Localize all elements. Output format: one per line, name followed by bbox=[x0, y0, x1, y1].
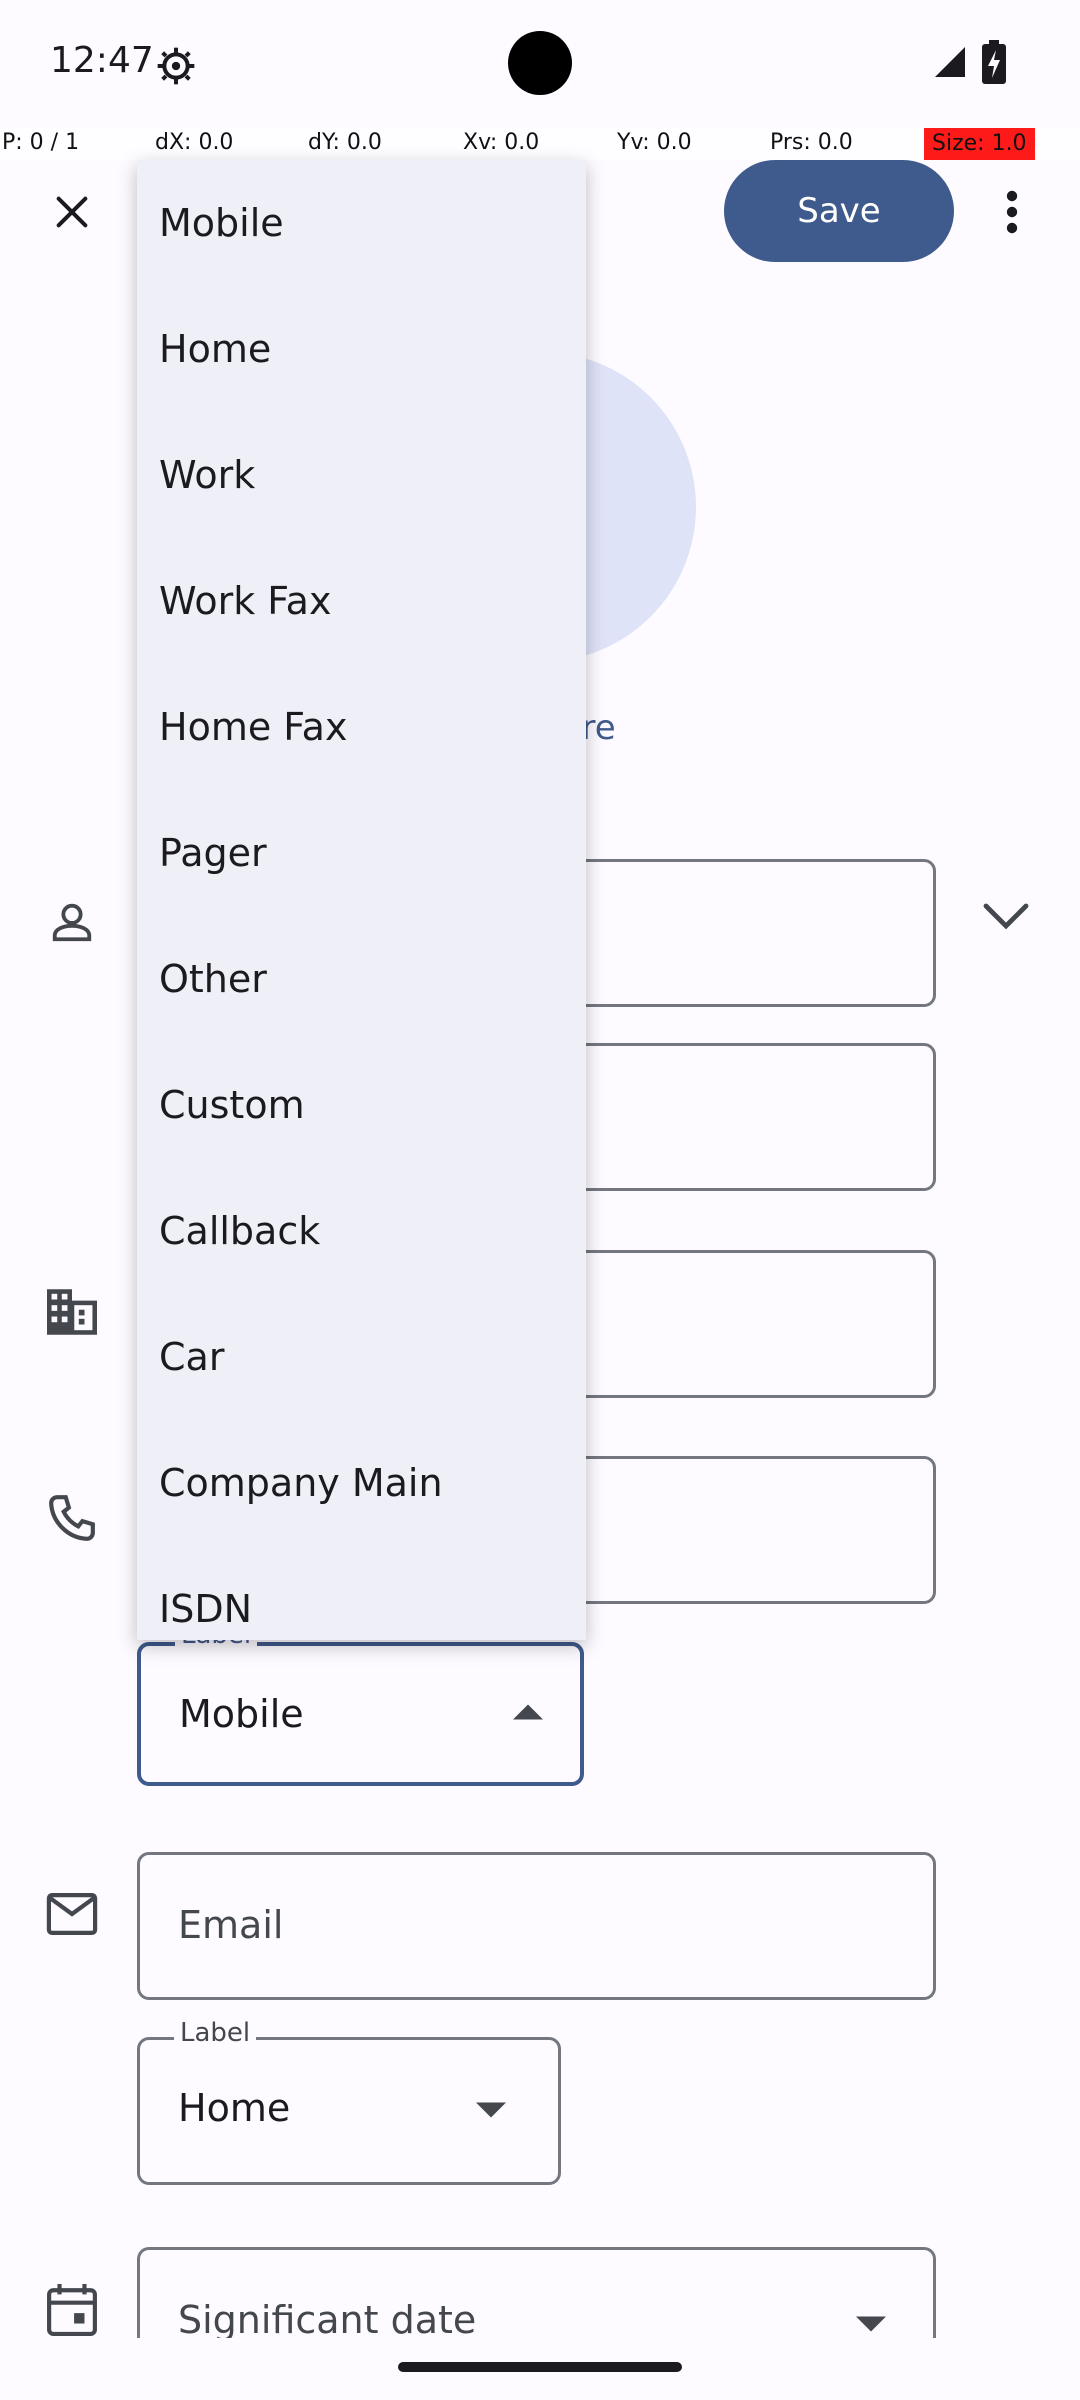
phone-icon bbox=[40, 1486, 104, 1550]
signal-icon bbox=[932, 44, 968, 80]
more-options-button[interactable] bbox=[990, 180, 1034, 244]
menu-item-callback[interactable]: Callback bbox=[137, 1168, 586, 1294]
company-icon bbox=[40, 1280, 104, 1344]
label-dropdown-menu: Mobile Home Work Work Fax Home Fax Pager… bbox=[137, 160, 586, 1640]
menu-item-isdn[interactable]: ISDN bbox=[137, 1546, 586, 1640]
email-placeholder: Email bbox=[178, 1903, 284, 1947]
email-label-value: Home bbox=[178, 2086, 291, 2130]
debug-prs: Prs: 0.0 bbox=[770, 130, 853, 155]
email-label-caption: Label bbox=[174, 2018, 257, 2048]
email-field[interactable]: Email bbox=[137, 1852, 936, 2000]
person-icon bbox=[40, 890, 104, 954]
email-icon bbox=[40, 1882, 104, 1946]
status-bar: 12:47 bbox=[0, 0, 1080, 128]
settings-icon bbox=[156, 46, 196, 86]
gesture-handle[interactable] bbox=[398, 2362, 682, 2372]
debug-size: Size: 1.0 bbox=[924, 128, 1035, 160]
caret-down-icon bbox=[476, 2102, 506, 2118]
significant-date-placeholder: Significant date bbox=[178, 2298, 477, 2342]
chevron-down-icon[interactable] bbox=[974, 884, 1038, 948]
caret-down-icon bbox=[856, 2316, 886, 2332]
save-button[interactable]: Save bbox=[724, 160, 954, 262]
pointer-debug-bar: P: 0 / 1 dX: 0.0 dY: 0.0 Xv: 0.0 Yv: 0.0… bbox=[0, 128, 1080, 160]
debug-xv: Xv: 0.0 bbox=[463, 130, 540, 155]
email-label-select[interactable]: Label Home bbox=[137, 2018, 561, 2185]
event-icon bbox=[40, 2278, 104, 2342]
status-time: 12:47 bbox=[50, 40, 154, 81]
debug-pointer: P: 0 / 1 bbox=[2, 130, 80, 155]
menu-item-pager[interactable]: Pager bbox=[137, 790, 586, 916]
menu-item-home[interactable]: Home bbox=[137, 286, 586, 412]
battery-icon bbox=[982, 40, 1006, 84]
menu-item-company-main[interactable]: Company Main bbox=[137, 1420, 586, 1546]
camera-cutout bbox=[508, 31, 572, 95]
menu-item-home-fax[interactable]: Home Fax bbox=[137, 664, 586, 790]
menu-item-work[interactable]: Work bbox=[137, 412, 586, 538]
more-vertical-icon bbox=[1006, 190, 1018, 234]
debug-dy: dY: 0.0 bbox=[308, 130, 382, 155]
close-icon bbox=[56, 196, 88, 228]
debug-dx: dX: 0.0 bbox=[155, 130, 234, 155]
phone-label-select[interactable]: Label Mobile bbox=[137, 1620, 584, 1786]
menu-item-mobile[interactable]: Mobile bbox=[137, 160, 586, 286]
phone-label-value: Mobile bbox=[179, 1692, 304, 1736]
menu-item-work-fax[interactable]: Work Fax bbox=[137, 538, 586, 664]
caret-up-icon bbox=[513, 1704, 543, 1720]
close-button[interactable] bbox=[40, 180, 104, 244]
significant-date-field[interactable]: Significant date bbox=[137, 2247, 936, 2342]
menu-item-car[interactable]: Car bbox=[137, 1294, 586, 1420]
menu-item-other[interactable]: Other bbox=[137, 916, 586, 1042]
menu-item-custom[interactable]: Custom bbox=[137, 1042, 586, 1168]
debug-yv: Yv: 0.0 bbox=[617, 130, 692, 155]
